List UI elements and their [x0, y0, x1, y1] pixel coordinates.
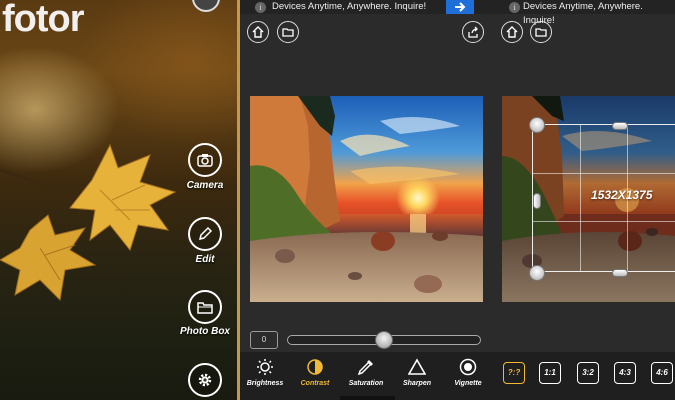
share-button[interactable] — [462, 21, 484, 43]
ad-go-button[interactable] — [446, 0, 474, 14]
top-menu-button[interactable] — [192, 0, 220, 12]
ad-text: Devices Anytime, Anywhere. Inquire! — [272, 1, 427, 12]
home-screen: fotor Camera Edit Photo Box — [0, 0, 240, 400]
photo-box-label: Photo Box — [180, 326, 230, 337]
open-folder-button[interactable] — [277, 21, 299, 43]
tool-brightness[interactable]: Brightness — [240, 352, 290, 400]
tool-label: Brightness — [246, 380, 284, 387]
folder-icon — [282, 28, 294, 37]
ad-info-icon[interactable]: i — [509, 2, 520, 13]
tool-label: Vignette — [454, 380, 482, 387]
nav-indicator — [340, 396, 395, 400]
tool-label: Contrast — [300, 380, 330, 387]
ratio-4-6[interactable]: 4:6 — [651, 362, 673, 384]
home-icon — [506, 26, 518, 38]
home-button[interactable] — [247, 21, 269, 43]
tool-saturation[interactable]: Saturation — [341, 352, 391, 400]
pencil-icon — [198, 226, 213, 241]
slider-thumb[interactable] — [375, 331, 393, 349]
crop-grid-line — [533, 173, 675, 175]
ad-info-icon[interactable]: i — [255, 2, 266, 13]
arrow-right-icon — [455, 2, 466, 12]
ratio-3-2[interactable]: 3:2 — [577, 362, 599, 384]
crop-handle-left[interactable] — [533, 193, 541, 209]
ratio-4-3[interactable]: 4:3 — [614, 362, 636, 384]
tool-contrast[interactable]: Contrast — [290, 352, 340, 400]
settings-button[interactable] — [188, 363, 222, 397]
edit-button[interactable] — [188, 217, 222, 251]
app-logo: fotor — [2, 0, 85, 40]
autumn-leaves-image — [0, 143, 177, 302]
triangle-icon — [408, 358, 426, 375]
vignette-icon — [459, 358, 477, 376]
folder-icon — [197, 302, 213, 314]
beach-sunset-photo — [250, 96, 483, 302]
crop-handle-top-left[interactable] — [529, 117, 545, 133]
camera-button[interactable] — [188, 143, 222, 177]
crop-size-label: 1532X1375 — [591, 188, 653, 202]
tool-label: Saturation — [348, 380, 384, 387]
contrast-icon — [307, 359, 323, 375]
crop-handle-bottom-left[interactable] — [529, 265, 545, 281]
ad-banner[interactable]: i Devices Anytime, Anywhere. Inquire! — [240, 0, 495, 14]
ratio-1-1[interactable]: 1:1 — [539, 362, 561, 384]
home-icon — [252, 26, 264, 38]
edit-label: Edit — [195, 254, 215, 265]
crop-grid-line — [580, 125, 582, 271]
ad-banner[interactable]: i Devices Anytime, Anywhere. Inquire! — [495, 0, 675, 26]
folder-icon — [535, 28, 547, 37]
crop-handle-bottom[interactable] — [612, 269, 628, 277]
ratio-free[interactable]: ?:? — [503, 362, 525, 384]
tool-label: Sharpen — [402, 380, 431, 387]
dropper-icon — [357, 360, 373, 376]
camera-icon — [197, 154, 213, 167]
adjust-toolbar: Brightness Contrast Saturation Sharpen V… — [240, 352, 495, 400]
sun-icon — [257, 359, 273, 375]
open-folder-button[interactable] — [530, 21, 552, 43]
tool-sharpen[interactable]: Sharpen — [392, 352, 442, 400]
tool-vignette[interactable]: Vignette — [443, 352, 493, 400]
crop-screen: i Devices Anytime, Anywhere. Inquire! 15… — [495, 0, 675, 400]
share-icon — [468, 26, 478, 38]
adjust-value: 0 — [250, 331, 278, 349]
camera-label: Camera — [186, 180, 224, 191]
crop-grid-line — [533, 221, 675, 223]
contrast-slider[interactable] — [287, 331, 481, 349]
photo-box-button[interactable] — [188, 290, 222, 324]
home-button[interactable] — [501, 21, 523, 43]
crop-handle-top[interactable] — [612, 122, 628, 130]
adjust-screen: i Devices Anytime, Anywhere. Inquire! 0 … — [240, 0, 495, 400]
gear-icon — [198, 373, 212, 387]
